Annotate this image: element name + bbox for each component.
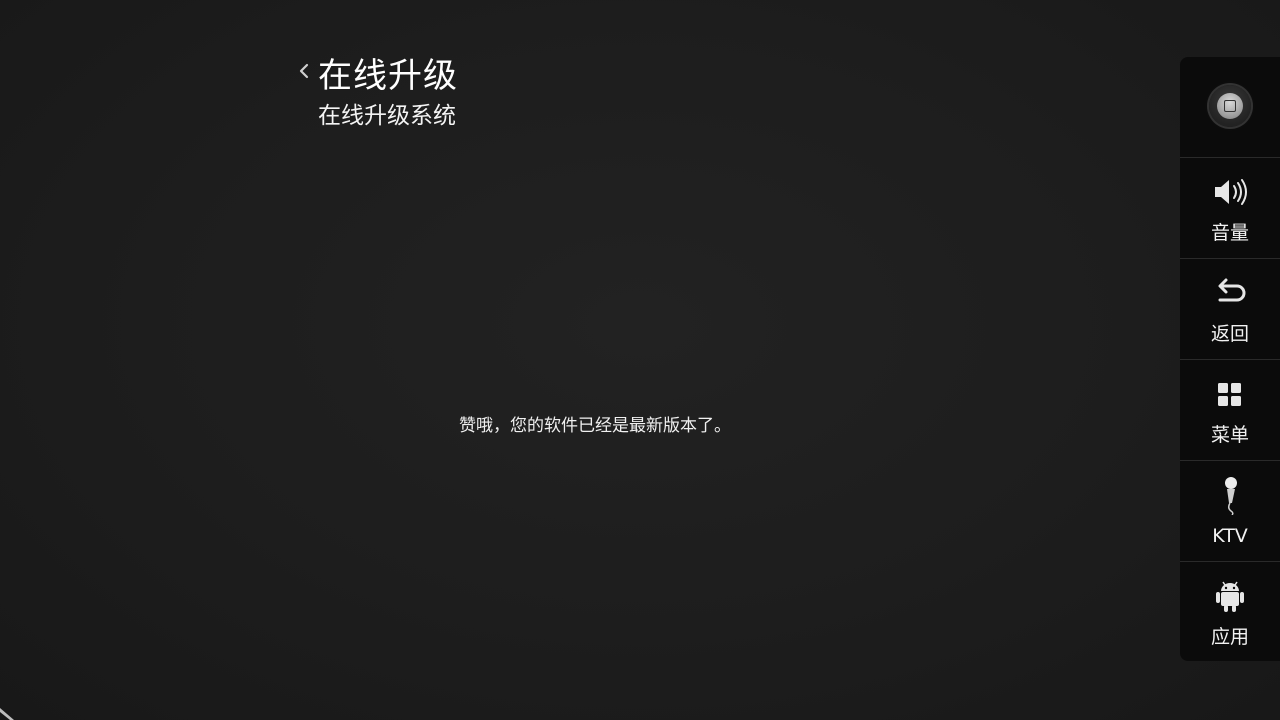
microphone-icon (1225, 477, 1237, 515)
back-button[interactable]: 返回 (1180, 258, 1280, 358)
back-label: 返回 (1210, 323, 1249, 345)
back-icon (1218, 278, 1246, 302)
volume-label: 音量 (1210, 222, 1249, 244)
ktv-label: KTV (1212, 525, 1248, 547)
status-message-container: 赞哦，您的软件已经是最新版本了。 (0, 413, 1180, 439)
home-button[interactable] (1180, 57, 1280, 157)
page-subtitle: 在线升级系统 (318, 103, 456, 129)
menu-label: 菜单 (1210, 424, 1249, 446)
apps-label: 应用 (1210, 626, 1249, 648)
home-icon (1209, 85, 1251, 127)
android-icon (1216, 581, 1244, 612)
menu-grid-icon (1218, 383, 1241, 406)
volume-button[interactable]: 音量 (1180, 157, 1280, 257)
apps-button[interactable]: 应用 (1180, 561, 1280, 661)
corner-decoration (0, 708, 14, 720)
side-control-panel: 音量 返回 菜单 KTV 应用 (1180, 57, 1280, 661)
volume-icon (1215, 179, 1247, 205)
status-message: 赞哦，您的软件已经是最新版本了。 (459, 416, 731, 436)
menu-button[interactable]: 菜单 (1180, 359, 1280, 459)
chevron-left-icon[interactable] (296, 62, 312, 80)
ktv-button[interactable]: KTV (1180, 460, 1280, 560)
page-title: 在线升级 (318, 56, 458, 96)
tv-screen: 在线升级 在线升级系统 赞哦，您的软件已经是最新版本了。 音量 返回 菜单 KT… (0, 0, 1280, 720)
